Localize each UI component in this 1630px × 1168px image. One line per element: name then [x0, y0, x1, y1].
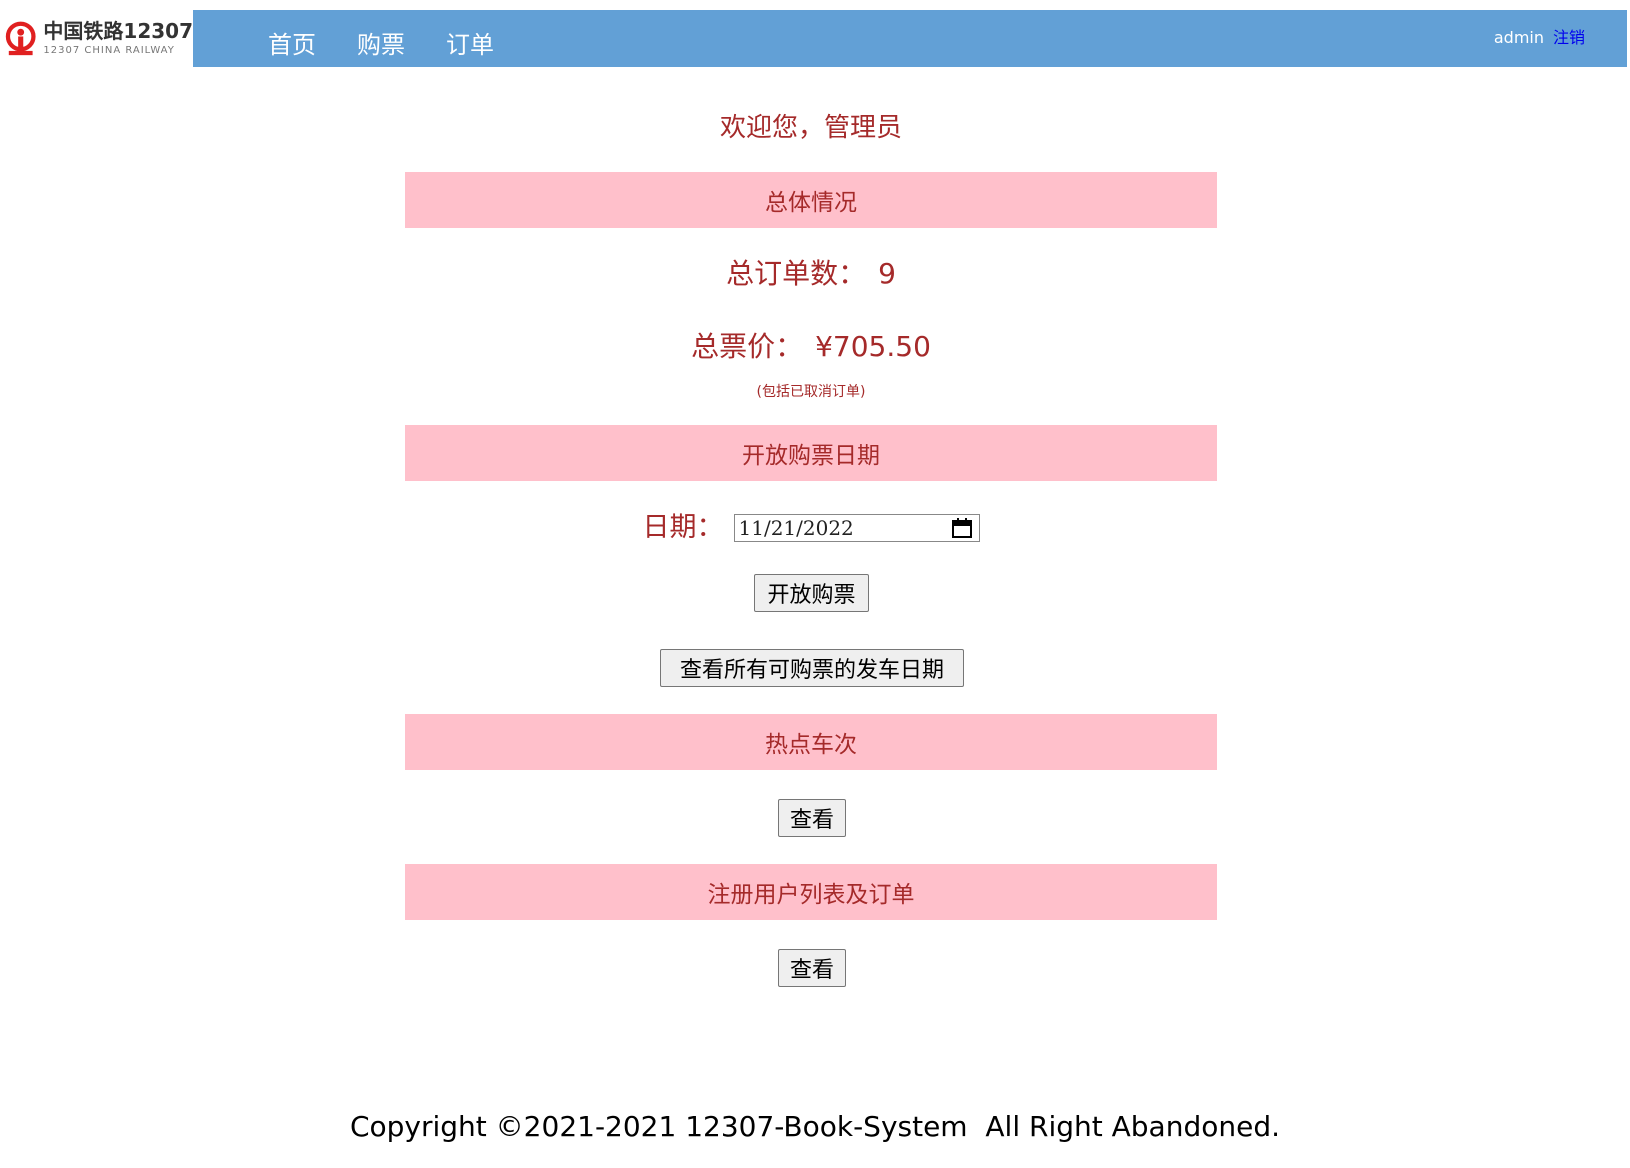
section-users-header: 注册用户列表及订单	[405, 864, 1217, 920]
railway-logo-icon	[5, 21, 36, 55]
total-orders-stat: 总订单数： 9	[405, 254, 1217, 294]
logout-link[interactable]: 注销	[1553, 27, 1585, 49]
logo-subtitle: 12307 CHINA RAILWAY	[43, 45, 175, 56]
top-navbar: 首页 购票 订单 admin 注销	[193, 10, 1627, 67]
price-note: (包括已取消订单)	[756, 384, 866, 400]
nav-orders[interactable]: 订单	[446, 30, 494, 60]
view-sale-dates-button[interactable]: 查看所有可购票的发车日期	[660, 649, 964, 687]
logo-title: 中国铁路12307	[43, 19, 193, 43]
nav-home[interactable]: 首页	[268, 30, 316, 60]
site-logo[interactable]: 中国铁路12307 12307 CHINA RAILWAY	[0, 10, 193, 67]
date-input[interactable]: 11/21/2022	[733, 514, 980, 542]
current-user-name: admin	[1493, 28, 1544, 47]
date-form-row: 日期： 11/21/2022	[405, 510, 1217, 546]
total-price-stat: 总票价： ¥705.50	[405, 327, 1217, 367]
section-open-sale-header: 开放购票日期	[405, 425, 1217, 481]
open-sale-button[interactable]: 开放购票	[754, 574, 869, 612]
total-price-label: 总票价：	[691, 330, 804, 363]
view-users-button[interactable]: 查看	[778, 949, 846, 987]
nav-buy-tickets[interactable]: 购票	[357, 30, 405, 60]
view-hot-trains-button[interactable]: 查看	[778, 799, 846, 837]
footer-copyright: Copyright ©2021-2021 12307-Book-System A…	[349, 1110, 1281, 1143]
date-input-value: 11/21/2022	[738, 516, 854, 540]
total-price-value: ¥705.50	[815, 330, 931, 363]
total-orders-label: 总订单数：	[726, 257, 867, 290]
date-label: 日期：	[642, 512, 724, 543]
logo-text: 中国铁路12307 12307 CHINA RAILWAY	[43, 21, 193, 56]
section-hot-trains-header: 热点车次	[405, 714, 1217, 770]
calendar-icon[interactable]	[951, 517, 973, 539]
welcome-message: 欢迎您，管理员	[719, 113, 902, 143]
section-overview-header: 总体情况	[405, 172, 1217, 228]
page: 中国铁路12307 12307 CHINA RAILWAY 首页 购票 订单 a…	[0, 0, 1630, 1168]
total-orders-value: 9	[878, 257, 896, 290]
